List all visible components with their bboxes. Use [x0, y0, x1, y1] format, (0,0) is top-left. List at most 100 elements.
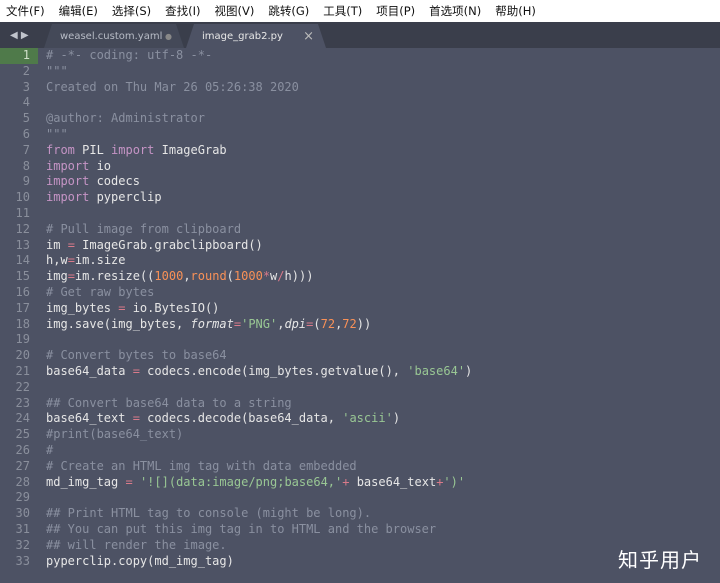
line-code: ## You can put this img tag in to HTML a…	[38, 522, 436, 538]
line-code: #	[38, 443, 53, 459]
line-code: im = ImageGrab.grabclipboard()	[38, 238, 263, 254]
code-token: 1000	[233, 269, 263, 284]
code-line: 3 Created on Thu Mar 26 05:26:38 2020	[0, 80, 720, 96]
line-code: base64_text = codecs.decode(base64_data,…	[38, 411, 400, 427]
code-editor[interactable]: 1 # -*- coding: utf-8 -*- 2 """ 3 Created on …	[0, 48, 720, 583]
tab-weasel-custom-yaml[interactable]: weasel.custom.yaml ●	[44, 24, 184, 48]
code-token: # Create an HTML img tag with data embed…	[46, 458, 357, 473]
menu-item[interactable]: 项目(P)	[376, 3, 415, 19]
code-line: 10 import pyperclip	[0, 190, 720, 206]
code-token: h)))	[284, 269, 314, 284]
line-number: 30	[15, 506, 30, 521]
code-token: (	[226, 269, 234, 284]
code-line: 29	[0, 490, 720, 506]
code-token: )	[392, 411, 401, 426]
menu-item[interactable]: 首选项(N)	[429, 3, 481, 19]
code-token: /	[277, 269, 285, 284]
line-number: 13	[15, 237, 30, 252]
watermark: 知乎用户	[618, 548, 702, 572]
menu-item[interactable]: 帮助(H)	[495, 3, 536, 19]
code-token: base64_text	[349, 474, 437, 489]
line-number: 27	[15, 458, 30, 473]
code-token: 'ascii'	[342, 411, 393, 426]
code-token: =	[67, 253, 75, 268]
line-number: 22	[15, 379, 30, 394]
code-token: ImageGrab.grabclipboard()	[74, 237, 263, 252]
line-number: 6	[22, 126, 30, 141]
line-code: h,w=im.size	[38, 253, 126, 269]
line-code: @author: Administrator	[38, 111, 205, 127]
code-line: 9 import codecs	[0, 174, 720, 190]
line-number: 21	[15, 363, 30, 378]
code-line: 24 base64_text = codecs.decode(base64_dat…	[0, 411, 720, 427]
line-number: 11	[15, 205, 30, 220]
line-number: 33	[15, 553, 30, 568]
line-number: 3	[22, 79, 30, 94]
line-number: 5	[22, 111, 30, 126]
line-number: 26	[15, 442, 30, 457]
code-token: PIL	[74, 142, 112, 157]
menu-item[interactable]: 视图(V)	[215, 3, 255, 19]
code-token: import	[111, 142, 155, 157]
menu-item[interactable]: 文件(F)	[6, 3, 45, 19]
close-icon[interactable]: ×	[303, 29, 314, 44]
line-number: 9	[22, 174, 30, 189]
code-token: pyperclip.copy(md_img_tag)	[46, 553, 234, 568]
code-token: base64_text	[46, 411, 133, 426]
code-token: im.size	[74, 253, 126, 268]
menu-item[interactable]: 查找(I)	[165, 3, 200, 19]
code-token: ## Convert base64 data to a string	[46, 395, 292, 410]
line-code: """	[38, 64, 68, 80]
code-token: #	[46, 442, 54, 457]
code-line: 11	[0, 206, 720, 222]
code-token: # Convert bytes to base64	[46, 348, 227, 363]
tab-nav-arrows[interactable]: ◀ ▶	[0, 30, 44, 41]
code-token: (	[313, 316, 321, 331]
line-code: img.save(img_bytes, format='PNG',dpi=(72…	[38, 317, 371, 333]
code-line: 30 ## Print HTML tag to console (might be…	[0, 506, 720, 522]
code-line: 23 ## Convert base64 data to a string	[0, 396, 720, 412]
code-token: ## will render the image.	[46, 537, 227, 552]
menu-item[interactable]: 编辑(E)	[59, 3, 98, 19]
code-token: ,	[183, 269, 191, 284]
code-token: Created on Thu Mar 26 05:26:38 2020	[46, 79, 299, 94]
line-code: # Create an HTML img tag with data embed…	[38, 459, 357, 475]
tab-image-grab2-py[interactable]: image_grab2.py ×	[186, 24, 326, 48]
code-line: 26 #	[0, 443, 720, 459]
code-token: img_bytes	[46, 300, 119, 315]
code-token: # Get raw bytes	[46, 284, 155, 299]
code-token: img	[46, 269, 68, 284]
code-token: @author: Administrator	[46, 111, 205, 126]
code-line: 6 """	[0, 127, 720, 143]
code-token: dpi	[284, 316, 307, 331]
line-code: ## Print HTML tag to console (might be l…	[38, 506, 371, 522]
code-line: 27 # Create an HTML img tag with data emb…	[0, 459, 720, 475]
line-number: 19	[15, 332, 30, 347]
code-line: 19	[0, 332, 720, 348]
line-code: # Convert bytes to base64	[38, 348, 227, 364]
code-line: 20 # Convert bytes to base64	[0, 348, 720, 364]
code-token: io.BytesIO()	[125, 300, 220, 315]
code-line: 25 #print(base64_text)	[0, 427, 720, 443]
code-line: 1 # -*- coding: utf-8 -*-	[0, 48, 720, 64]
line-code: import pyperclip	[38, 190, 162, 206]
line-code: from PIL import ImageGrab	[38, 143, 227, 159]
code-token: im	[46, 237, 68, 252]
line-code: md_img_tag = '![](data:image/png;base64,…	[38, 475, 465, 491]
menu-item[interactable]: 工具(T)	[323, 3, 362, 19]
code-token: # Pull image from clipboard	[46, 221, 242, 236]
menu-item[interactable]: 选择(S)	[112, 3, 151, 19]
code-token: ))	[356, 316, 372, 331]
line-code: base64_data = codecs.encode(img_bytes.ge…	[38, 364, 472, 380]
code-token: =	[132, 411, 140, 426]
line-code: pyperclip.copy(md_img_tag)	[38, 554, 234, 570]
line-code: #print(base64_text)	[38, 427, 183, 443]
menu-item[interactable]: 跳转(G)	[268, 3, 309, 19]
code-token: io	[89, 158, 112, 173]
code-token: import	[46, 158, 90, 173]
code-line: 12 # Pull image from clipboard	[0, 222, 720, 238]
